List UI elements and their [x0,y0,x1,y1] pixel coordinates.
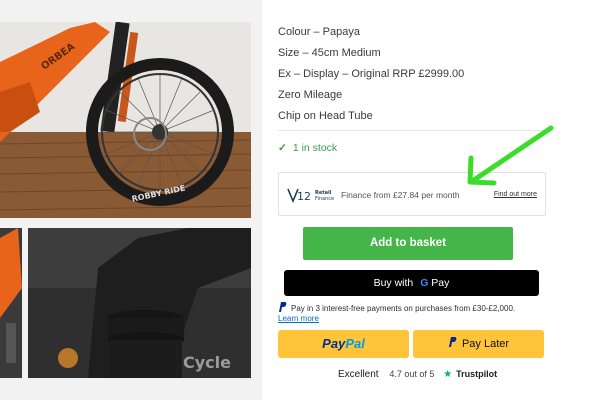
paypal-wordmark-pal: Pal [345,336,365,351]
product-image-thumb-left[interactable] [0,228,22,378]
trustpilot-widget[interactable]: Excellent 4.7 out of 5 ★ Trustpilot [338,369,497,380]
paypal-icon [448,337,457,347]
learn-more-link[interactable]: Learn more [278,314,319,323]
spec-condition: Chip on Head Tube [278,110,373,122]
stock-status: ✓ 1 in stock [278,142,337,154]
headtube-chip-illustration: Cycle [28,228,251,378]
product-image-headtube[interactable]: Cycle [28,228,251,378]
svg-text:12: 12 [297,190,311,203]
paypal-pay-later-button[interactable]: Pay Later [413,330,544,358]
find-out-more-link[interactable]: Find out more [494,191,537,198]
product-info-panel: Colour – Papaya Size – 45cm Medium Ex – … [262,0,600,400]
gpay-prefix: Buy with [373,277,414,289]
svg-text:Cycle: Cycle [183,353,231,372]
finance-widget[interactable]: 12 Retail Finance Finance from £27.84 pe… [278,172,546,216]
trustpilot-star-icon: ★ [443,369,453,380]
spec-rrp: Ex – Display – Original RRP £2999.00 [278,68,465,80]
google-pay-button[interactable]: Buy with G Pay [284,270,539,296]
paypal-pay-in-3-note: Pay in 3 interest-free payments on purch… [278,302,515,313]
bike-wheel-illustration: ORBEA ROBBY RIDE [0,22,251,218]
spec-mileage: Zero Mileage [278,89,343,101]
paypal-wordmark-pay: Pay [322,336,346,351]
svg-text:Finance: Finance [315,196,334,202]
product-image-main[interactable]: ORBEA ROBBY RIDE [0,22,251,218]
trustpilot-brand: Trustpilot [456,369,498,379]
divider [278,130,546,131]
google-g-icon: G [420,277,429,289]
paypal-note-text: Pay in 3 interest-free payments on purch… [291,304,516,313]
pay-later-label: Pay Later [461,338,510,350]
spec-colour: Colour – Papaya [278,26,360,38]
trustpilot-score: 4.7 out of 5 [389,369,435,379]
gpay-suffix: Pay [431,277,450,289]
add-to-basket-button[interactable]: Add to basket [303,227,513,260]
stock-text: 1 in stock [292,142,338,154]
paypal-button[interactable]: PayPal [278,330,409,358]
finance-text: Finance from £27.84 per month [341,190,460,200]
trustpilot-rating-word: Excellent [338,369,379,380]
paypal-icon [279,302,287,312]
frame-detail-illustration [0,228,22,378]
spec-size: Size – 45cm Medium [278,47,381,59]
v12-retail-finance-logo: 12 Retail Finance [287,188,334,204]
check-icon: ✓ [278,142,287,154]
